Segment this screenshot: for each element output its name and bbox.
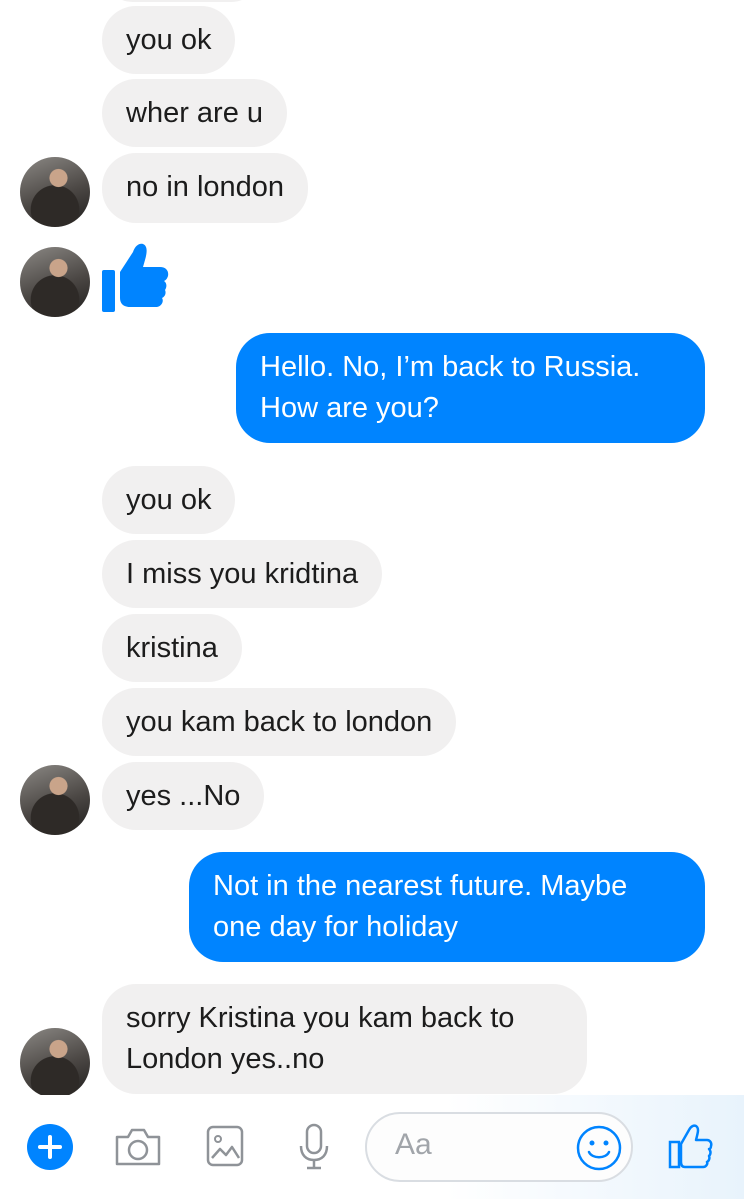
contact-avatar[interactable]	[20, 247, 90, 317]
like-icon[interactable]	[667, 1122, 713, 1170]
message-bubble[interactable]: you kam back to london	[102, 688, 457, 756]
message-text-line: Hello. No, I’m back to Russia.	[260, 351, 641, 383]
message-bubble[interactable]: sorry Kristina you kam back to London ye…	[102, 984, 587, 1094]
message-bubble[interactable]: yes ...No	[102, 762, 265, 830]
message-bubble-partial	[102, 0, 262, 2]
message-text-line: Not in the nearest future. Maybe	[213, 870, 628, 902]
message-bubble[interactable]: I miss you kridtina	[102, 540, 383, 608]
message-bubble-sent[interactable]: Hello. No, I’m back to Russia. How are y…	[236, 333, 705, 443]
message-text: you ok	[126, 24, 212, 56]
message-bubble[interactable]: wher are u	[102, 79, 288, 147]
emoji-icon[interactable]	[575, 1124, 623, 1172]
message-text: I miss you kridtina	[126, 558, 359, 590]
message-bubble[interactable]: no in london	[102, 153, 309, 223]
image-icon[interactable]	[205, 1124, 245, 1168]
message-text-line: sorry Kristina you kam back to	[126, 1002, 515, 1034]
message-text-line: How are you?	[260, 392, 439, 424]
like-sticker-icon	[100, 240, 170, 314]
contact-avatar[interactable]	[20, 765, 90, 835]
message-text: wher are u	[126, 97, 264, 129]
camera-icon[interactable]	[113, 1126, 163, 1168]
message-text: no in london	[126, 171, 285, 203]
message-text: you kam back to london	[126, 706, 433, 738]
message-input-placeholder: Aa	[395, 1128, 432, 1161]
message-text: kristina	[126, 632, 218, 664]
message-bubble[interactable]: you ok	[102, 466, 236, 534]
message-bubble[interactable]: you ok	[102, 6, 236, 74]
plus-icon[interactable]	[26, 1123, 74, 1171]
message-bubble-sent[interactable]: Not in the nearest future. Maybe one day…	[189, 852, 705, 962]
message-text-line: one day for holiday	[213, 911, 459, 943]
message-text-line: London yes..no	[126, 1043, 325, 1075]
message-text: yes ...No	[126, 780, 241, 812]
contact-avatar[interactable]	[20, 157, 90, 227]
contact-avatar[interactable]	[20, 1028, 90, 1098]
microphone-icon[interactable]	[296, 1122, 332, 1172]
message-text: you ok	[126, 484, 212, 516]
message-bubble[interactable]: kristina	[102, 614, 242, 682]
